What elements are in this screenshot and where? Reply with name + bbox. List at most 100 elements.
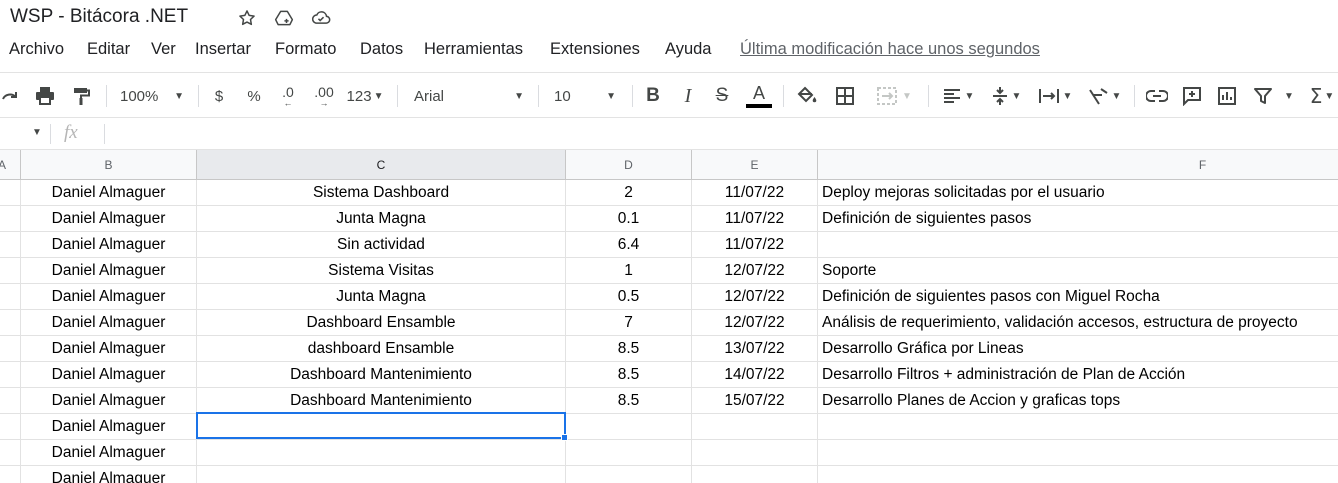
cell-c[interactable]: Sistema Dashboard [197,180,566,206]
bold-button[interactable]: B [641,83,665,109]
cell-a[interactable] [0,440,21,466]
cell-f[interactable]: Análisis de requerimiento, validación ac… [818,310,1338,336]
decrease-decimal-button[interactable]: .0 ← [274,83,302,109]
menu-editar[interactable]: Editar [87,40,130,59]
cell-e[interactable] [692,440,818,466]
font-select[interactable]: Arial ▼ [408,83,530,109]
menu-formato[interactable]: Formato [275,40,336,59]
percent-format-button[interactable]: % [243,83,265,109]
cell-a[interactable] [0,258,21,284]
menu-herramientas[interactable]: Herramientas [424,40,523,59]
cell-a[interactable] [0,336,21,362]
cell-e[interactable]: 11/07/22 [692,180,818,206]
insert-chart-icon[interactable] [1214,83,1240,109]
cell-c[interactable] [197,414,566,440]
cell-d[interactable] [566,414,692,440]
cell-c[interactable]: Dashboard Mantenimiento [197,388,566,414]
cell-c[interactable]: Junta Magna [197,284,566,310]
column-header-f[interactable]: F [818,150,1338,180]
cell-d[interactable]: 2 [566,180,692,206]
cell-e[interactable]: 15/07/22 [692,388,818,414]
paint-format-icon[interactable] [68,83,94,109]
cell-f[interactable]: Deploy mejoras solicitadas por el usuari… [818,180,1338,206]
cell-c[interactable]: Junta Magna [197,206,566,232]
cell-d[interactable]: 0.5 [566,284,692,310]
cell-d[interactable]: 7 [566,310,692,336]
vertical-align-icon[interactable]: ▼ [985,83,1027,109]
column-header-a[interactable]: A [0,150,21,180]
cell-c[interactable] [197,440,566,466]
column-header-c[interactable]: C [197,150,566,180]
cell-c[interactable]: Sin actividad [197,232,566,258]
cell-d[interactable] [566,440,692,466]
cell-a[interactable] [0,310,21,336]
menu-insertar[interactable]: Insertar [195,40,251,59]
cell-e[interactable]: 12/07/22 [692,284,818,310]
cell-b[interactable]: Daniel Almaguer [21,466,197,483]
menu-datos[interactable]: Datos [360,40,403,59]
cell-e[interactable]: 13/07/22 [692,336,818,362]
font-size-select[interactable]: 10 ▼ [548,83,622,109]
print-icon[interactable] [32,83,58,109]
menu-extensiones[interactable]: Extensiones [550,40,640,59]
insert-comment-icon[interactable] [1179,83,1205,109]
fill-color-icon[interactable] [794,83,820,109]
text-color-button[interactable]: A [745,83,773,109]
column-header-e[interactable]: E [692,150,818,180]
cell-e[interactable]: 12/07/22 [692,310,818,336]
cell-d[interactable]: 6.4 [566,232,692,258]
cell-e[interactable]: 11/07/22 [692,232,818,258]
cell-f[interactable]: Desarrollo Planes de Accion y graficas t… [818,388,1338,414]
cell-d[interactable]: 8.5 [566,362,692,388]
column-header-d[interactable]: D [566,150,692,180]
cell-d[interactable] [566,466,692,483]
cell-b[interactable]: Daniel Almaguer [21,440,197,466]
cell-b[interactable]: Daniel Almaguer [21,180,197,206]
cell-e[interactable] [692,414,818,440]
cell-f[interactable] [818,414,1338,440]
cell-b[interactable]: Daniel Almaguer [21,362,197,388]
cell-f[interactable]: Definición de siguientes pasos [818,206,1338,232]
cell-c[interactable]: Sistema Visitas [197,258,566,284]
cell-b[interactable]: Daniel Almaguer [21,206,197,232]
italic-button[interactable]: I [676,83,700,109]
last-edit-link[interactable]: Última modificación hace unos segundos [740,40,1040,59]
cell-a[interactable] [0,206,21,232]
cell-c[interactable]: dashboard Ensamble [197,336,566,362]
cell-c[interactable]: Dashboard Ensamble [197,310,566,336]
cell-f[interactable] [818,466,1338,483]
cloud-saved-icon[interactable] [310,7,332,29]
cell-a[interactable] [0,284,21,310]
redo-icon[interactable] [0,83,22,109]
name-box[interactable]: ▼ [0,119,50,149]
strikethrough-button[interactable]: S [710,83,734,109]
increase-decimal-button[interactable]: .00 → [309,83,339,109]
cell-b[interactable]: Daniel Almaguer [21,310,197,336]
cell-f[interactable]: Desarrollo Filtros + administración de P… [818,362,1338,388]
cell-d[interactable]: 8.5 [566,388,692,414]
filter-views-dropdown[interactable]: ▼ [1280,83,1298,109]
cell-b[interactable]: Daniel Almaguer [21,232,197,258]
cell-b[interactable]: Daniel Almaguer [21,258,197,284]
cell-d[interactable]: 0.1 [566,206,692,232]
cell-a[interactable] [0,232,21,258]
cell-b[interactable]: Daniel Almaguer [21,336,197,362]
cell-f[interactable] [818,440,1338,466]
text-wrapping-icon[interactable]: ▼ [1033,83,1077,109]
filter-icon[interactable] [1250,83,1276,109]
currency-format-button[interactable]: $ [208,83,230,109]
formula-input[interactable] [112,123,1312,145]
cell-e[interactable]: 11/07/22 [692,206,818,232]
cell-a[interactable] [0,466,21,483]
text-rotation-icon[interactable]: ▼ [1083,83,1125,109]
cell-f[interactable]: Definición de siguientes pasos con Migue… [818,284,1338,310]
cell-e[interactable] [692,466,818,483]
cell-a[interactable] [0,180,21,206]
menu-ayuda[interactable]: Ayuda [665,40,712,59]
menu-ver[interactable]: Ver [151,40,176,59]
move-to-drive-icon[interactable] [273,7,295,29]
cell-c[interactable] [197,466,566,483]
merge-cells-icon[interactable]: ▼ [869,83,919,109]
menu-archivo[interactable]: Archivo [9,40,64,59]
column-header-b[interactable]: B [21,150,197,180]
